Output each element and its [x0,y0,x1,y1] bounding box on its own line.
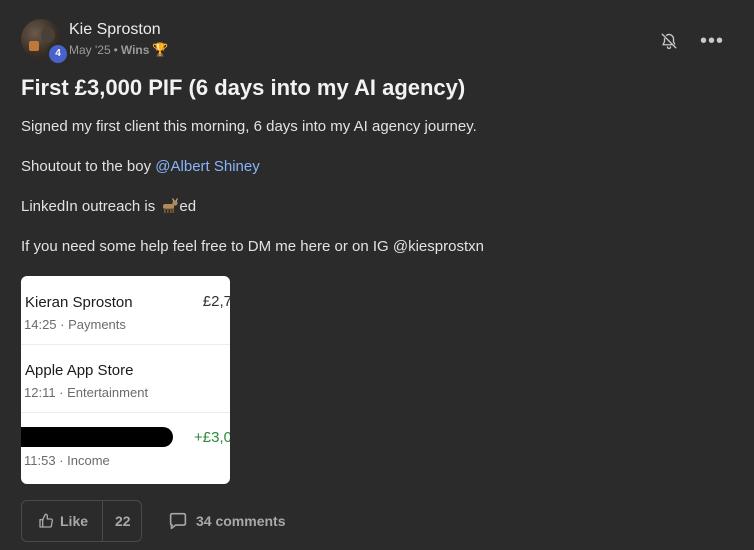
transaction-name: Kieran Sproston [25,294,133,311]
post-date: May '25 [69,43,111,57]
transaction-row: Kieran Sproston 14:25 · Payments £2,7 [21,276,230,345]
thumbs-up-icon [39,513,53,528]
like-count[interactable]: 22 [103,513,131,529]
post-body-line-1: Signed my first client this morning, 6 d… [21,118,477,135]
like-button[interactable]: Like 22 [21,500,142,542]
transaction-name: Apple App Store [25,362,134,379]
post-header: 4 Kie Sproston May '25 • Wins 🏆 [21,19,169,65]
post-title: First £3,000 PIF (6 days into my AI agen… [21,75,466,100]
trophy-icon: 🏆 [152,42,169,57]
transaction-row: Apple App Store 12:11 · Entertainment [21,344,230,413]
author-name[interactable]: Kie Sproston [69,20,169,40]
transaction-sub: 14:25 · Payments [24,317,126,332]
author-block: Kie Sproston May '25 • Wins 🏆 [69,19,169,58]
avatar[interactable]: 4 [21,19,69,65]
like-label: Like [60,513,89,529]
post-category[interactable]: Wins [121,43,150,57]
post-body-line-3: LinkedIn outreach is ed [21,198,196,215]
post-actions-top: ••• [660,31,724,51]
comment-icon [169,512,187,530]
transaction-sub: 11:53 · Income [24,453,110,468]
transaction-amount: +£3,0 [194,429,230,446]
outreach-suffix: ed [179,198,197,215]
outreach-text: LinkedIn outreach is [21,198,160,215]
redaction-mark [21,427,173,447]
comments-button[interactable]: 34 comments [168,512,285,530]
like-action[interactable]: Like [22,501,103,541]
attached-screenshot[interactable]: Kieran Sproston 14:25 · Payments £2,7 Ap… [21,276,230,484]
meta-separator: • [113,43,118,57]
level-badge: 4 [47,43,69,65]
user-mention-link[interactable]: @Albert Shiney [155,158,259,175]
shoutout-text: Shoutout to the boy [21,158,156,175]
goat-emoji-icon [163,198,179,213]
bell-off-icon[interactable] [660,32,678,50]
transaction-sub: 12:11 · Entertainment [24,385,149,400]
post-body-line-4: If you need some help feel free to DM me… [21,238,484,255]
comments-count: 34 comments [196,513,286,529]
transaction-amount: £2,7 [202,293,230,310]
more-horizontal-icon[interactable]: ••• [700,31,724,51]
post-meta: May '25 • Wins 🏆 [69,42,169,58]
post-body-line-2: Shoutout to the boy @Albert Shiney [21,158,260,175]
